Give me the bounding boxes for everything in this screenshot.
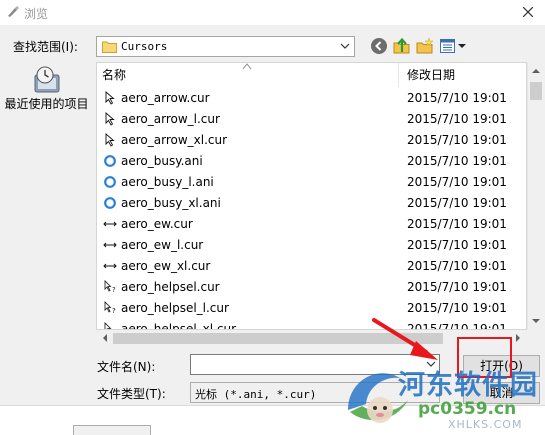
file-name-label: 文件名(N):	[97, 360, 156, 374]
busy-cursor-icon	[104, 155, 116, 167]
file-date: 2015/7/10 19:01	[407, 259, 507, 273]
vertical-scroll-thumb[interactable]	[530, 82, 542, 100]
brush-icon	[8, 6, 19, 17]
scroll-left-icon	[103, 334, 107, 342]
file-date: 2015/7/10 19:01	[407, 91, 507, 105]
file-name: aero_helpsel.cur	[121, 280, 220, 294]
file-name: aero_arrow.cur	[121, 91, 210, 105]
look-in-value: Cursors	[121, 40, 168, 53]
file-date: 2015/7/10 19:01	[407, 154, 507, 168]
file-date: 2015/7/10 19:01	[407, 112, 507, 126]
arrow-cursor-icon	[105, 133, 115, 147]
file-date: 2015/7/10 19:01	[407, 301, 507, 315]
view-menu-icon	[440, 39, 466, 53]
resize-ew-cursor-icon	[103, 221, 117, 227]
help-cursor-icon: ?	[104, 301, 116, 315]
file-date: 2015/7/10 19:01	[407, 133, 507, 147]
recent-items-label: 最近使用的项目	[4, 97, 89, 111]
file-name: aero_helpsel_l.cur	[121, 301, 229, 315]
file-row[interactable]: aero_busy.ani 2015/7/10 19:01	[97, 151, 526, 172]
svg-text:?: ?	[112, 286, 116, 294]
file-date: 2015/7/10 19:01	[407, 175, 507, 189]
file-name: aero_helpsel_xl.cur	[121, 322, 237, 330]
file-row[interactable]: aero_busy_l.ani 2015/7/10 19:01	[97, 172, 526, 193]
up-folder-icon	[393, 37, 410, 54]
file-date: 2015/7/10 19:01	[407, 238, 507, 252]
recent-items-icon	[34, 66, 59, 93]
file-list[interactable]: 名称 修改日期 aero_arrow.cur 2015/7/10 19:01 a…	[96, 62, 527, 330]
close-button[interactable]	[515, 2, 541, 22]
file-name: aero_arrow_l.cur	[121, 112, 220, 126]
vertical-scrollbar[interactable]	[527, 62, 544, 330]
svg-text:?: ?	[112, 307, 116, 315]
file-type-value: 光标 (*.ani, *.cur)	[195, 388, 317, 401]
help-cursor-icon: ?	[104, 322, 116, 329]
file-name: aero_ew.cur	[121, 217, 193, 231]
look-in-label: 查找范围(I):	[13, 40, 78, 54]
file-row[interactable]: aero_arrow.cur 2015/7/10 19:01	[97, 88, 526, 109]
column-separator	[398, 63, 399, 87]
help-cursor-icon: ?	[104, 280, 116, 294]
back-button[interactable]	[370, 37, 388, 55]
file-row[interactable]: aero_ew_l.cur 2015/7/10 19:01	[97, 235, 526, 256]
file-row[interactable]: aero_arrow_xl.cur 2015/7/10 19:01	[97, 130, 526, 151]
file-row[interactable]: ? aero_helpsel_xl.cur 2015/7/10 19:01	[97, 319, 526, 330]
scroll-up-icon	[532, 69, 540, 73]
red-arrow-icon	[372, 318, 438, 360]
file-name: aero_busy.ani	[121, 154, 203, 168]
file-row[interactable]: aero_busy_xl.ani 2015/7/10 19:01	[97, 193, 526, 214]
close-icon	[522, 6, 534, 18]
bottom-divider	[0, 405, 545, 406]
busy-cursor-icon	[104, 197, 116, 209]
file-name: aero_busy_l.ani	[121, 175, 214, 189]
file-date: 2015/7/10 19:01	[407, 217, 507, 231]
file-row[interactable]: aero_arrow_l.cur 2015/7/10 19:01	[97, 109, 526, 130]
folder-icon	[102, 41, 117, 53]
back-arrow-icon	[371, 38, 387, 54]
arrow-cursor-icon	[105, 112, 115, 126]
resize-ew-cursor-icon	[103, 263, 117, 269]
scroll-right-icon	[516, 334, 520, 342]
resize-ew-cursor-icon	[103, 242, 117, 248]
file-row[interactable]: ? aero_helpsel.cur 2015/7/10 19:01	[97, 277, 526, 298]
file-name: aero_ew_l.cur	[121, 238, 204, 252]
cancel-button[interactable]: 取消	[463, 382, 540, 404]
chevron-down-icon	[340, 43, 350, 49]
highlight-box	[457, 337, 512, 378]
file-type-label: 文件类型(T):	[97, 387, 166, 401]
recent-items-place[interactable]: 最近使用的项目	[2, 66, 91, 116]
view-menu-button[interactable]	[439, 37, 469, 55]
column-header-name[interactable]: 名称	[102, 63, 126, 87]
file-row[interactable]: aero_ew_xl.cur 2015/7/10 19:01	[97, 256, 526, 277]
partial-button[interactable]	[73, 425, 151, 435]
file-name: aero_ew_xl.cur	[121, 259, 211, 273]
new-folder-icon	[416, 37, 434, 54]
column-header-date[interactable]: 修改日期	[407, 63, 455, 87]
window-title: 浏览	[24, 7, 49, 21]
file-row[interactable]: aero_ew.cur 2015/7/10 19:01	[97, 214, 526, 235]
file-name: aero_busy_xl.ani	[121, 196, 221, 210]
busy-cursor-icon	[104, 176, 116, 188]
look-in-dropdown[interactable]: Cursors	[96, 36, 355, 57]
title-bar: 浏览	[0, 0, 545, 25]
scrollbar-corner	[527, 330, 544, 347]
scroll-down-icon	[532, 319, 540, 323]
up-folder-button[interactable]	[393, 37, 411, 55]
new-folder-button[interactable]	[416, 37, 434, 55]
file-date: 2015/7/10 19:01	[407, 280, 507, 294]
file-date: 2015/7/10 19:01	[407, 196, 507, 210]
arrow-cursor-icon	[105, 91, 115, 105]
file-type-dropdown[interactable]: 光标 (*.ani, *.cur)	[190, 382, 440, 403]
file-name: aero_arrow_xl.cur	[121, 133, 228, 147]
file-row[interactable]: ? aero_helpsel_l.cur 2015/7/10 19:01	[97, 298, 526, 319]
sort-ascending-icon	[242, 63, 252, 70]
